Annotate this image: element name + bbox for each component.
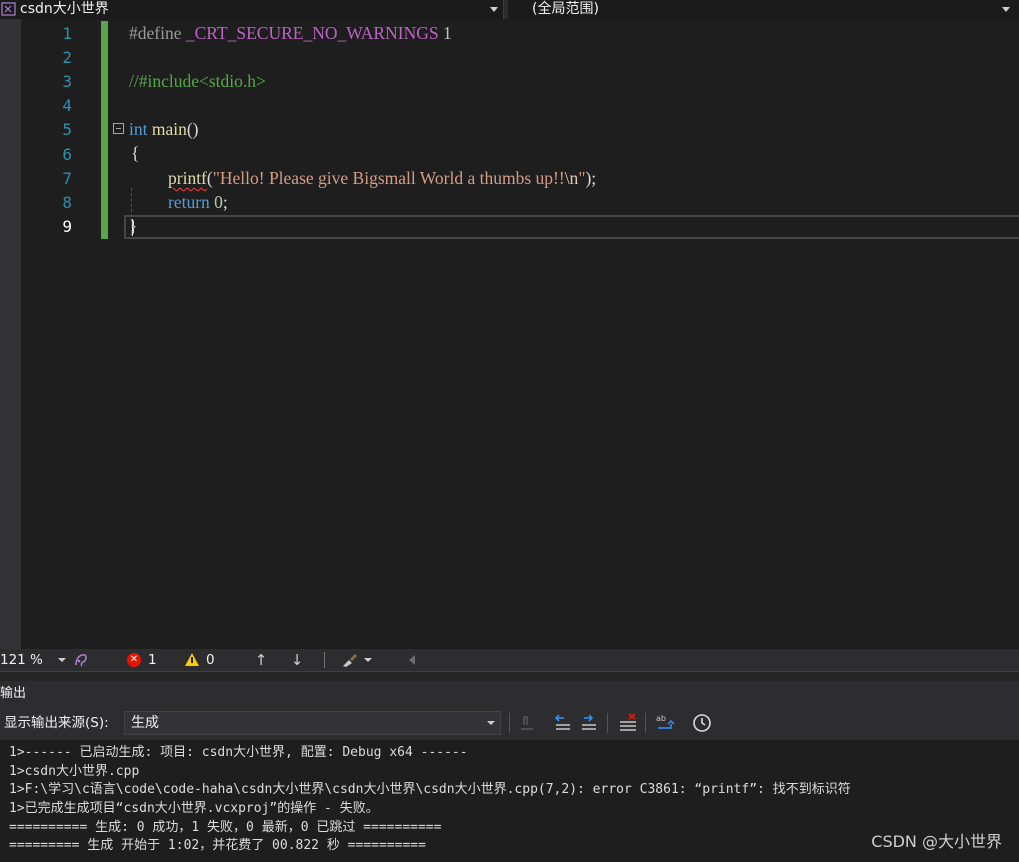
scope-dropdown[interactable]: (全局范围) [508,0,1019,19]
output-source-value: 生成 [131,715,159,731]
error-icon[interactable]: ✕ [127,653,141,667]
output-line: 1>------ 已启动生成: 项目: csdn大小世界, 配置: Debug … [9,745,468,760]
previous-issue-icon[interactable]: ↑ [253,651,269,669]
keyword: int [129,119,148,139]
close-paren: ); [585,168,597,188]
macro-name: _CRT_SECURE_NO_WARNINGS [185,23,439,43]
clear-all-icon[interactable] [617,712,639,734]
keyword: return [168,192,210,212]
line-number: 7 [62,169,72,188]
code-line-9[interactable]: } [129,214,137,238]
indicator-margin [0,19,21,649]
separator [645,713,646,733]
current-line-highlight [124,215,1019,239]
clock-icon[interactable] [691,712,713,734]
chevron-down-icon [490,7,498,12]
line-number: 6 [62,145,72,164]
editor-status-strip: 121 % ✕ 1 0 ↑ ↓ [0,649,1019,671]
output-line: ========== 生成: 0 成功，1 失败，0 最新，0 已跳过 ====… [9,820,442,835]
string-literal: "Hello! Please give Bigsmall World a thu… [212,168,565,188]
output-panel-header: 输出 [0,681,1019,707]
separator [607,713,608,733]
open-brace: { [131,143,140,163]
scope-label: (全局范围) [532,1,599,17]
parens: () [186,119,199,139]
output-text-area[interactable]: 1>------ 已启动生成: 项目: csdn大小世界, 配置: Debug … [0,740,1019,862]
code-line-6[interactable]: { [131,141,139,165]
function-call-error: printf [168,168,207,188]
return-value: 0 [214,192,223,212]
function-name: main [151,119,187,139]
output-line-error[interactable]: 1>F:\学习\c语言\code\code-haha\csdn大小世界\csdn… [9,781,851,800]
code-line-1[interactable]: #define _CRT_SECURE_NO_WARNINGS 1 [129,21,452,45]
line-number-current: 9 [62,217,72,236]
scroll-left-icon[interactable] [409,655,415,665]
output-line: ========= 生成 开始于 1:02，并花费了 00.822 秒 ====… [9,838,426,853]
panel-divider[interactable] [0,671,1019,681]
close-brace: } [129,216,138,236]
watermark: CSDN @大小世界 [871,832,1002,851]
word-wrap-icon[interactable]: ab [654,712,676,734]
macro-value: 1 [442,23,452,43]
zoom-level[interactable]: 121 % [0,649,43,671]
brush-icon[interactable] [341,652,359,668]
warning-mark [191,657,193,663]
svg-text:ab: ab [656,714,666,723]
next-message-icon[interactable] [578,712,600,734]
warning-count[interactable]: 0 [206,649,215,671]
separator [324,652,325,668]
project-name: csdn大小世界 [20,1,109,17]
chevron-down-icon [487,721,495,725]
find-message-icon[interactable] [516,712,538,734]
zoom-dropdown-icon[interactable] [58,658,66,662]
line-number: 8 [62,193,72,212]
output-line: 1>已完成生成项目“csdn大小世界.vcxproj”的操作 - 失败。 [9,801,379,816]
text-caret [132,219,133,236]
line-number: 2 [62,48,72,67]
output-title: 输出 [0,686,27,701]
output-line: 1>csdn大小世界.cpp [9,764,140,779]
code-editor[interactable]: 1 2 3 4 5 6 7 8 9 #define _CRT_SECURE_NO… [0,19,1019,649]
code-line-8[interactable]: return 0; [168,190,228,214]
navigation-bar: csdn大小世界 (全局范围) [0,0,1019,19]
cpp-project-icon [1,2,16,16]
code-line-7[interactable]: printf("Hello! Please give Bigsmall Worl… [168,166,596,190]
next-issue-icon[interactable]: ↓ [289,651,305,669]
comment: //#include<stdio.h> [129,71,266,91]
output-source-label: 显示输出来源(S): [4,715,109,731]
change-tracking-bar [101,21,108,239]
previous-message-icon[interactable] [552,712,574,734]
code-line-3[interactable]: //#include<stdio.h> [129,69,266,93]
code-line-5[interactable]: int main() [129,117,199,141]
collapse-icon[interactable] [113,123,124,134]
line-number: 4 [62,96,72,115]
project-dropdown[interactable]: csdn大小世界 [0,0,504,19]
separator [509,713,510,733]
semicolon: ; [222,192,228,212]
line-number: 1 [62,24,72,43]
escape-sequence: \n [564,168,579,188]
line-number: 5 [62,120,72,139]
preprocessor-directive: #define [129,23,182,43]
chevron-down-icon [1002,7,1010,12]
output-toolbar: 显示输出来源(S): 生成 ab [0,707,1019,740]
error-count[interactable]: 1 [148,649,157,671]
output-source-select[interactable]: 生成 [124,711,501,735]
line-number: 3 [62,72,72,91]
brush-dropdown-icon[interactable] [364,658,372,662]
code-cleanup-icon[interactable] [73,652,89,668]
